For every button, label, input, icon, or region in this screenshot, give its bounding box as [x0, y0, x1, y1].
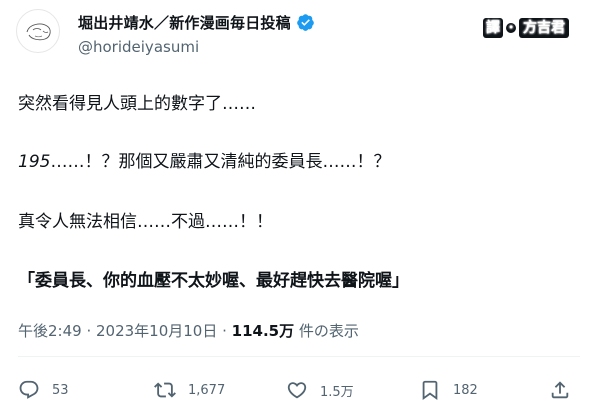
divider — [18, 356, 580, 357]
reply-icon — [18, 379, 40, 401]
verified-badge-icon — [296, 13, 315, 32]
view-count: 114.5万 — [231, 322, 295, 340]
tweet-text-line-3: 真令人無法相信……不過……！！ — [18, 212, 273, 232]
dot-icon: • — [506, 23, 516, 33]
tweet-text-line-1: 突然看得見人頭上的數字了…… — [18, 94, 256, 114]
view-label: 件の表示 — [294, 322, 359, 340]
display-name[interactable]: 堀出井靖水／新作漫画毎日投稿 — [78, 12, 291, 33]
tweet-date[interactable]: 2023年10月10日 — [96, 322, 217, 340]
tweet-meta: 午後2:49 · 2023年10月10日 · 114.5万 件の表示 — [18, 320, 359, 341]
meta-separator: · — [81, 322, 96, 340]
tweet-text-line-2-rest: ……！？那個又嚴肅又清純的委員長……！？ — [50, 152, 391, 172]
bookmark-icon — [419, 379, 441, 401]
share-icon — [549, 379, 571, 401]
retweet-count: 1,677 — [188, 382, 226, 398]
reply-count: 53 — [52, 382, 69, 398]
user-handle[interactable]: @horideiyasumi — [78, 38, 199, 56]
translator-label: 譯 — [483, 18, 503, 38]
like-button[interactable]: 1.5万 — [286, 373, 354, 407]
translator-name: 方吉君 — [519, 18, 569, 38]
retweet-button[interactable]: 1,677 — [154, 373, 225, 407]
tweet-text-line-2: 195……！？那個又嚴肅又清純的委員長……！？ — [18, 147, 390, 172]
avatar-sketch-icon — [26, 23, 51, 41]
tweet-text-quote: 「委員長、你的血壓不太妙喔、最好趕快去醫院喔」 — [18, 271, 409, 291]
translator-credit: 譯 • 方吉君 — [483, 17, 569, 39]
like-count: 1.5万 — [320, 384, 354, 400]
retweet-icon — [154, 379, 176, 401]
meta-separator: · — [217, 322, 232, 340]
reply-button[interactable]: 53 — [18, 373, 69, 407]
avatar[interactable] — [16, 9, 60, 53]
bookmark-button[interactable]: 182 — [419, 373, 478, 407]
heart-icon — [286, 379, 308, 401]
user-name-row: 堀出井靖水／新作漫画毎日投稿 — [78, 12, 315, 33]
action-bar: 53 1,677 1.5万 182 — [18, 373, 580, 407]
share-button[interactable] — [549, 373, 571, 407]
tweet-number: 195 — [18, 152, 51, 172]
bookmark-count: 182 — [453, 382, 478, 398]
tweet-time[interactable]: 午後2:49 — [18, 322, 82, 340]
